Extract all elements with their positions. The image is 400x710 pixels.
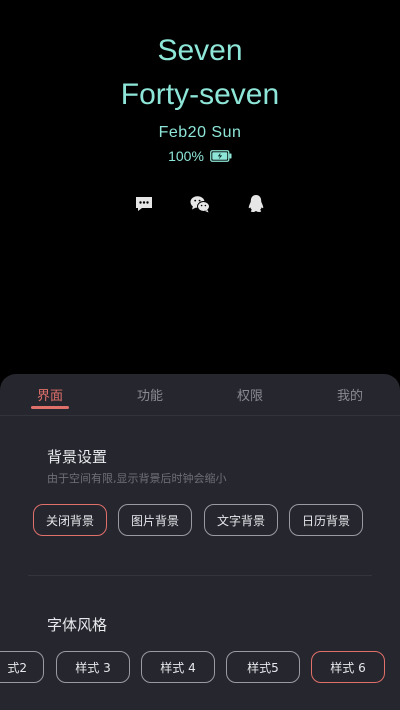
bg-option-image-button[interactable]: 图片背景 [118,504,192,536]
sms-icon [136,197,152,211]
battery-icon [210,150,232,162]
settings-sheet: 界面 功能 权限 我的 背景设置 由于空间有限,显示背景后时钟会缩小 关闭背景 … [0,374,400,710]
tab-permission[interactable]: 权限 [220,385,280,404]
font-style-2-button[interactable]: 式2 [0,651,44,683]
clock-hour-text: Seven [157,34,243,67]
clock-date-text: Feb20 Sun [158,124,242,141]
font-style-3-button[interactable]: 样式 3 [56,651,130,683]
section-divider [28,575,372,576]
notification-icons [0,192,400,216]
font-style-6-button[interactable]: 样式 6 [311,651,385,683]
tab-bar: 界面 功能 权限 我的 [0,374,400,416]
battery-status: 100% [0,148,400,164]
font-style-5-button[interactable]: 样式5 [226,651,300,683]
tab-active-indicator [31,406,69,409]
font-style-4-button[interactable]: 样式 4 [141,651,215,683]
tab-interface[interactable]: 界面 [20,385,80,404]
tab-function[interactable]: 功能 [120,385,180,404]
font-style-title: 字体风格 [47,616,108,634]
clock-minute-text: Forty-seven [120,78,280,111]
clock-display: Seven Forty-seven Feb20 Sun 100% [0,0,400,380]
background-settings-subtitle: 由于空间有限,显示背景后时钟会缩小 [47,472,227,485]
tab-mine[interactable]: 我的 [320,385,380,404]
bg-option-calendar-button[interactable]: 日历背景 [289,504,363,536]
battery-percent: 100% [168,148,204,164]
bg-option-text-button[interactable]: 文字背景 [204,504,278,536]
qq-icon [248,195,264,213]
background-settings-title: 背景设置 [47,448,108,466]
bg-option-off-button[interactable]: 关闭背景 [33,504,107,536]
wechat-icon [190,196,210,213]
